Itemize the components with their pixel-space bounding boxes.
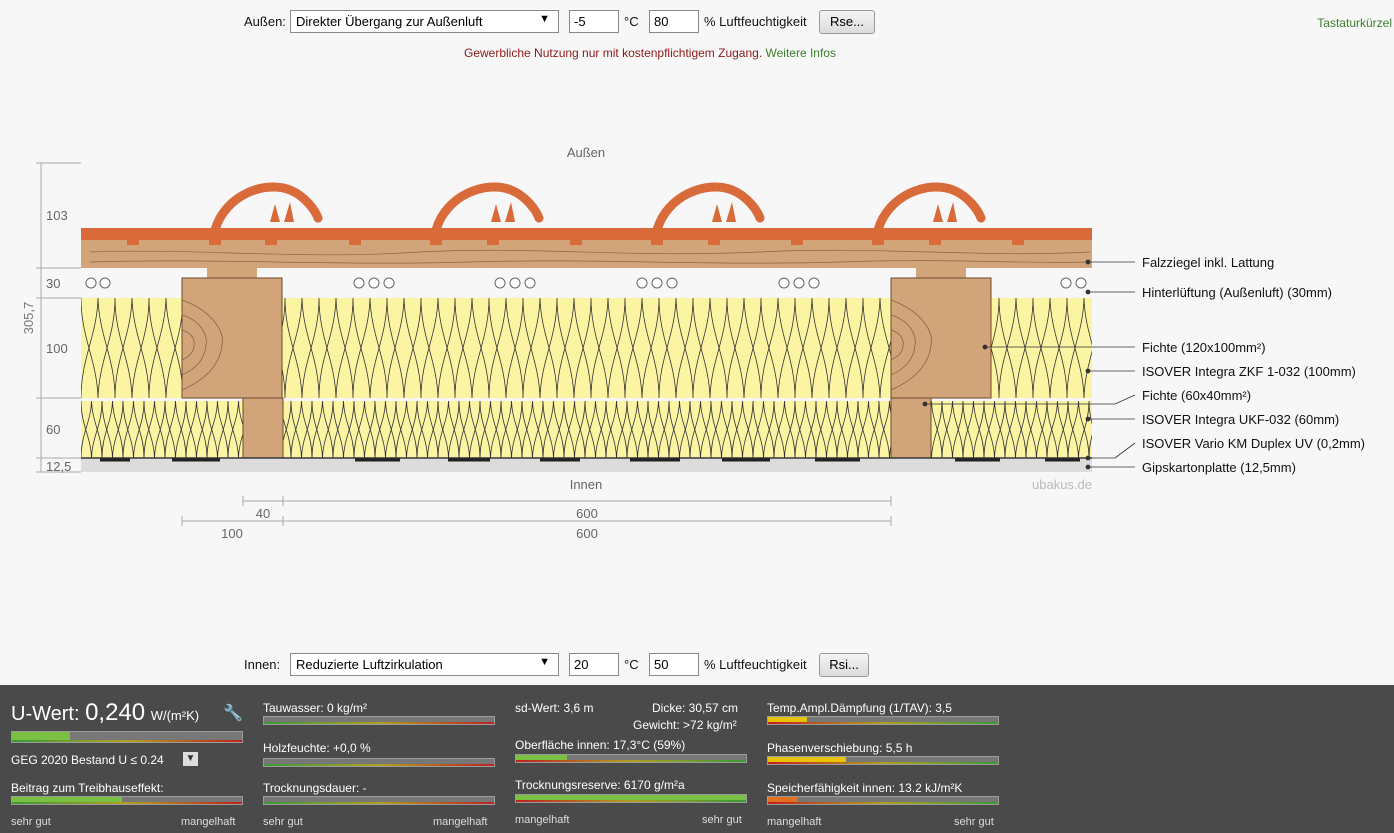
sd-value-label: sd-Wert: 3,6 m [515,701,594,715]
outside-humidity-input[interactable]: 80 [649,10,699,33]
condensation-label: Tauwasser: 0 kg/m² [263,701,368,715]
scale-good: sehr gut [11,816,51,828]
outside-select-value: Direkter Übergang zur Außenluft [296,14,483,29]
layer-label-spruce-rafter: Fichte (120x100mm²) [1142,340,1266,355]
rafter-right [890,277,992,399]
dim-batten-width: 40 [256,506,270,521]
heat-capacity-label: Speicherfähigkeit innen: 13.2 kJ/m²K [767,781,963,795]
keyboard-shortcuts-link[interactable]: Tastaturkürzel [1317,16,1392,30]
more-info-link[interactable]: Weitere Infos [766,46,836,60]
scale-bad: mangelhaft [767,816,822,828]
inside-transition-select[interactable]: Reduzierte Luftzirkulation ▼ [290,653,559,676]
outside-temp-input[interactable]: -5 [569,10,619,33]
greenhouse-bar [11,796,243,805]
dim-rafter-width: 100 [221,526,243,541]
phase-shift-bar [767,756,999,765]
thickness-label: Dicke: 30,57 cm [652,701,739,715]
greenhouse-label: Beitrag zum Treibhauseffekt: [11,781,164,795]
u-value-unit: W/(m²K) [150,708,200,723]
batten-right [890,397,932,459]
gypsum-board [81,459,1092,472]
wrench-icon[interactable]: 🔧 [223,703,243,723]
results-panel: U-Wert: 0,240 W/(m²K) 🔧 GEG 2020 Bestand… [0,685,1394,833]
inside-humidity-unit: % Luftfeuchtigkeit [704,657,807,672]
chevron-down-icon: ▼ [539,656,550,668]
total-thickness: 305,7 [21,302,36,335]
scale-good: sehr gut [263,816,303,828]
u-value-bar [11,731,243,743]
inside-temp-unit: °C [624,657,639,672]
outside-caption: Außen [567,145,605,160]
wood-moisture-bar [263,758,495,767]
u-value-label: U-Wert: [11,703,80,725]
surface-temp-bar [515,754,747,763]
geg-dropdown-icon[interactable]: ▼ [183,752,198,766]
drying-time-label: Trocknungsdauer: - [263,781,367,795]
scale-bad: mangelhaft [181,816,236,828]
weight-label: Gewicht: >72 kg/m² [633,718,737,732]
rsi-button[interactable]: Rsi... [819,653,869,677]
inside-humidity-input[interactable]: 50 [649,653,699,676]
tav-label: Temp.Ampl.Dämpfung (1/TAV): 3,5 [767,701,952,715]
outside-humidity-unit: % Luftfeuchtigkeit [704,14,807,29]
scale-good: sehr gut [702,814,742,826]
dim-batten-spacing: 600 [576,506,598,521]
u-value: 0,240 [85,699,146,726]
rse-button[interactable]: Rse... [819,10,875,34]
drying-time-bar [263,796,495,805]
u-value-heading: U-Wert: 0,240 W/(m²K) [11,699,199,727]
outside-label: Außen: [244,14,286,29]
layer-label-membrane: ISOVER Vario KM Duplex UV (0,2mm) [1142,436,1365,451]
roof-tile-crowns [210,182,986,235]
dim-100: 100 [46,341,68,356]
inside-label: Innen: [244,657,281,672]
inside-caption: Innen [570,477,603,492]
dim-30: 30 [46,276,60,291]
phase-shift-label: Phasenverschiebung: 5,5 h [767,741,913,755]
layer-label-tiles: Falzziegel inkl. Lattung [1142,255,1274,270]
layer-label-spruce-batten: Fichte (60x40mm²) [1142,388,1251,403]
layer-label-gypsum: Gipskartonplatte (12,5mm) [1142,460,1296,475]
batten-left [242,397,284,459]
heat-capacity-bar [767,796,999,805]
watermark: ubakus.de [1032,477,1092,492]
wood-moisture-label: Holzfeuchte: +0,0 % [263,741,371,755]
dim-60: 60 [46,422,60,437]
insulation-ukf [81,401,1092,458]
drying-reserve-bar [515,794,747,803]
dim-103: 103 [46,208,68,223]
dim-rafter-spacing: 600 [576,526,598,541]
inside-temp-input[interactable]: 20 [569,653,619,676]
geg-requirement: GEG 2020 Bestand U ≤ 0.24 [11,753,164,767]
outside-transition-select[interactable]: Direkter Übergang zur Außenluft ▼ [290,10,559,33]
layer-label-ventilation: Hinterlüftung (Außenluft) (30mm) [1142,285,1332,300]
inside-select-value: Reduzierte Luftzirkulation [296,657,443,672]
bottom-dimension-lines [181,496,892,526]
outside-temp-unit: °C [624,14,639,29]
notice-text: Gewerbliche Nutzung nur mit kostenpflich… [464,46,763,60]
scale-bad: mangelhaft [515,814,570,826]
chevron-down-icon: ▼ [539,13,550,25]
layer-label-ukf: ISOVER Integra UKF-032 (60mm) [1142,412,1339,427]
scale-good: sehr gut [954,816,994,828]
scale-bad: mangelhaft [433,816,488,828]
condensation-bar [263,716,495,725]
rafter-left [181,277,283,399]
tav-bar [767,716,999,725]
roof-construction-drawing: Außen 305,7 103 30 100 60 12,5 Innen uba… [21,145,1365,541]
surface-temp-label: Oberfläche innen: 17,3°C (59%) [515,738,686,752]
drying-reserve-label: Trocknungsreserve: 6170 g/m²a [515,778,685,792]
commercial-use-notice: Gewerbliche Nutzung nur mit kostenpflich… [0,46,1300,60]
layer-label-zkf: ISOVER Integra ZKF 1-032 (100mm) [1142,364,1356,379]
dim-12-5: 12,5 [46,459,71,474]
